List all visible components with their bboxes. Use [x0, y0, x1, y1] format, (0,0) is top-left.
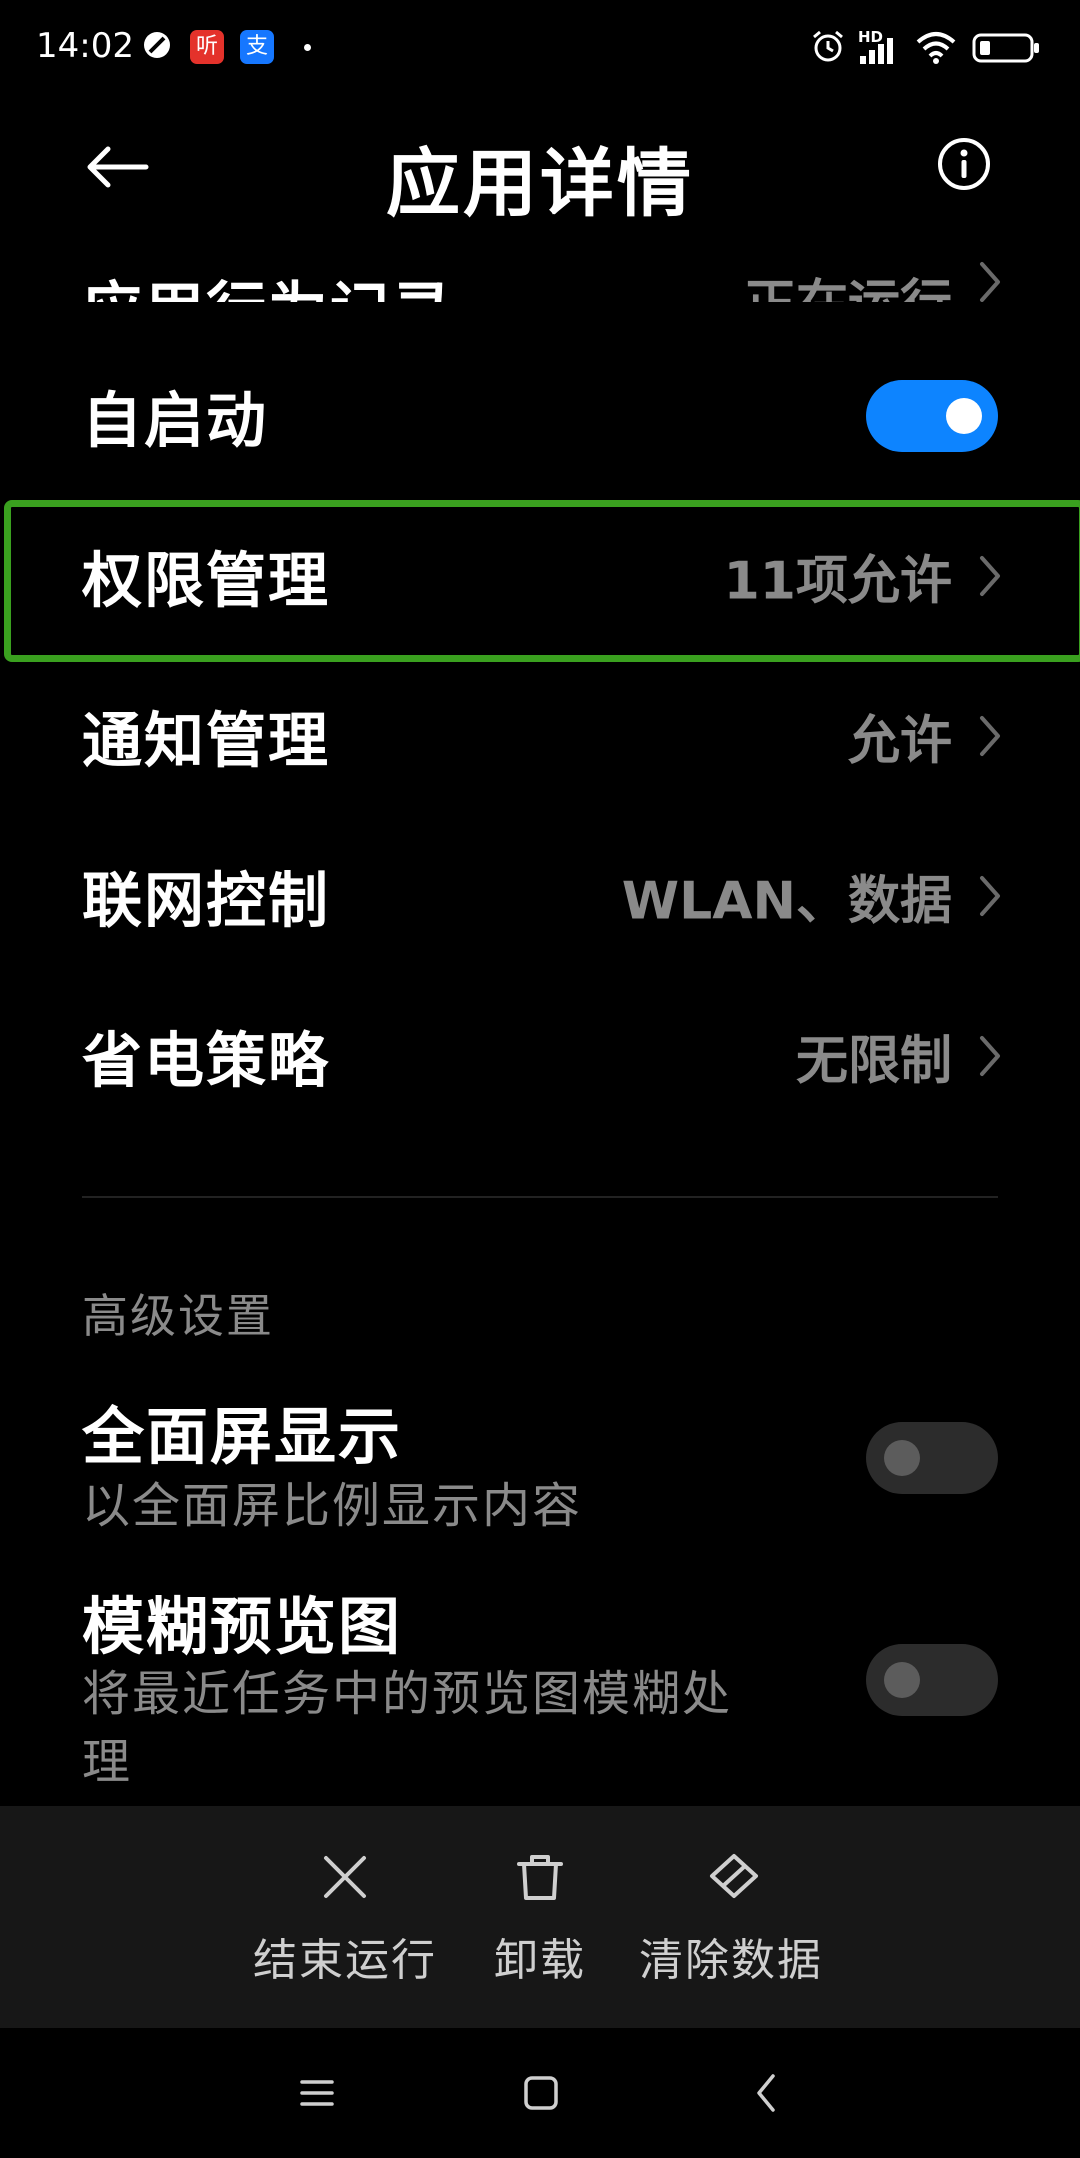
permission-management-row[interactable]: 权限管理 11项允许: [0, 496, 1080, 656]
chevron-right-icon: [980, 556, 1000, 596]
item-title: 全面屏显示: [82, 1400, 403, 1473]
blur-preview-toggle[interactable]: [866, 1644, 998, 1716]
toggle-knob: [884, 1662, 920, 1698]
close-icon: [324, 1856, 366, 1898]
row-label: 权限管理: [82, 546, 330, 617]
notification-dot-icon: [304, 44, 311, 51]
row-value: WLAN、数据: [621, 871, 952, 932]
trash-icon: [517, 1855, 563, 1900]
chevron-right-icon: [980, 262, 1000, 302]
action-label: 结束运行: [253, 1935, 437, 1986]
chevron-right-icon: [980, 876, 1000, 916]
chevron-right-icon: [980, 1036, 1000, 1076]
status-bar: 14:02 听 支 HD: [0, 0, 1080, 96]
clear-data-button[interactable]: 清除数据: [636, 1806, 826, 2028]
fullscreen-display-toggle[interactable]: [866, 1422, 998, 1494]
row-value: 无限制: [795, 1031, 952, 1092]
menu-icon[interactable]: [292, 2068, 342, 2118]
status-time: 14:02: [36, 26, 134, 66]
info-icon[interactable]: [936, 136, 992, 192]
back-icon[interactable]: [742, 2068, 792, 2118]
eraser-icon: [710, 1854, 758, 1898]
notification-management-row[interactable]: 通知管理 允许: [0, 656, 1080, 816]
row-label: 自启动: [82, 386, 268, 457]
battery-icon: [972, 33, 1039, 63]
row-label: 应用行为记录: [82, 262, 454, 302]
row-value: 11项允许: [723, 551, 952, 612]
item-subtitle: 以全面屏比例显示内容: [82, 1478, 583, 1534]
battery-saver-row[interactable]: 省电策略 无限制: [0, 976, 1080, 1136]
system-navigation-bar: [0, 2028, 1080, 2158]
section-title-advanced: 高级设置: [82, 1289, 274, 1343]
chevron-right-icon: [980, 716, 1000, 756]
item-title: 模糊预览图: [82, 1590, 403, 1663]
row-value: 允许: [847, 711, 952, 772]
row-label: 联网控制: [82, 866, 330, 937]
action-label: 清除数据: [639, 1935, 823, 1986]
row-label: 省电策略: [82, 1026, 330, 1097]
toggle-knob: [946, 398, 982, 434]
divider: [82, 1196, 998, 1198]
wifi-icon: [916, 32, 956, 64]
block-icon: [144, 32, 170, 58]
uninstall-button[interactable]: 卸载: [480, 1806, 600, 2028]
row-value: 正在运行: [744, 262, 952, 302]
item-subtitle-line-1: 将最近任务中的预览图模糊处: [82, 1666, 733, 1722]
autostart-toggle[interactable]: [866, 380, 998, 452]
network-control-row[interactable]: 联网控制 WLAN、数据: [0, 816, 1080, 976]
alarm-icon: [813, 30, 843, 62]
force-stop-button[interactable]: 结束运行: [250, 1806, 440, 2028]
listen-app-icon: 听: [190, 30, 224, 64]
app-behavior-record-row[interactable]: 应用行为记录 正在运行: [0, 212, 1080, 302]
action-label: 卸载: [494, 1935, 586, 1986]
alipay-icon: 支: [240, 30, 274, 64]
toggle-knob: [884, 1440, 920, 1476]
home-icon[interactable]: [516, 2068, 566, 2118]
bottom-action-bar: 结束运行 卸载 清除数据: [0, 1806, 1080, 2028]
autostart-row: 自启动: [0, 336, 1080, 496]
signal-icon: [860, 38, 893, 64]
row-label: 通知管理: [82, 706, 330, 777]
item-subtitle-line-2: 理: [82, 1734, 133, 1790]
